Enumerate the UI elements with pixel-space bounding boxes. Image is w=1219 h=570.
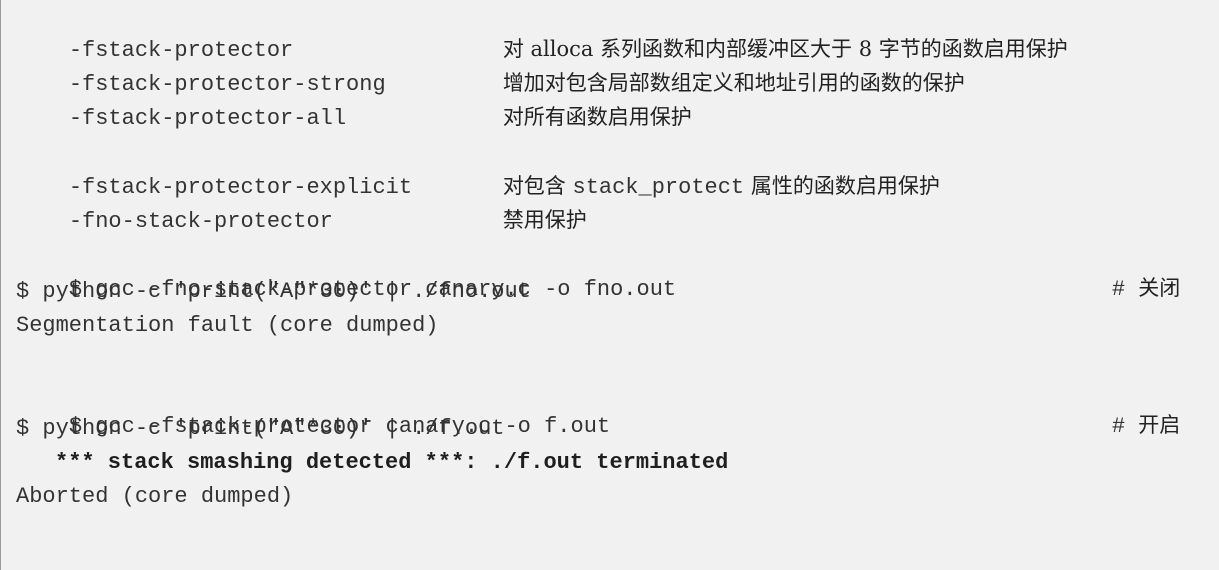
option-row: -fstack-protector 对 alloca 系列函数和内部缓冲区大于 8… <box>16 4 1068 63</box>
shell-command: $ python -c 'print("A"*30)' | ./f.out <box>16 416 505 441</box>
option-flag: -fstack-protector-all <box>68 106 347 131</box>
shell-command: $ python -c 'print("A"*30)' | ./fno.out <box>16 279 531 304</box>
stack-smash-message: *** stack smashing detected ***: ./f.out… <box>55 450 729 475</box>
option-description-suffix: 属性的函数启用保护 <box>750 174 940 198</box>
comment-text: 开启 <box>1138 413 1181 437</box>
shell-output: Segmentation fault (core dumped) <box>16 313 439 338</box>
comment-text: 关闭 <box>1138 276 1181 300</box>
option-row: -fstack-protector-strong 增加对包含局部数组定义和地址引用… <box>16 38 965 97</box>
shell-comment: # 开启 <box>1111 413 1181 439</box>
code-listing: -fstack-protector 对 alloca 系列函数和内部缓冲区大于 8… <box>0 0 1219 570</box>
shell-command: $ gcc -fno-stack-protector canary.c -o f… <box>16 243 1180 302</box>
option-description: 禁用保护 <box>502 208 587 232</box>
attribute-name: stack_protect <box>572 175 745 200</box>
option-flag: -fno-stack-protector <box>68 209 333 234</box>
option-row: -fstack-protector-explicit 对包含 stack_prot… <box>16 141 940 200</box>
comment-hash: # <box>1111 414 1126 439</box>
option-row: -fstack-protector-all 对所有函数启用保护 <box>16 72 692 131</box>
shell-command: $ gcc -fstack-protector canary.c -o f.ou… <box>16 380 1180 439</box>
option-description: 对所有函数启用保护 <box>502 105 692 129</box>
comment-hash: # <box>1111 277 1126 302</box>
shell-output: Aborted (core dumped) <box>16 484 294 509</box>
shell-comment: # 关闭 <box>1111 276 1181 302</box>
option-row: -fno-stack-protector 禁用保护 <box>16 175 587 234</box>
